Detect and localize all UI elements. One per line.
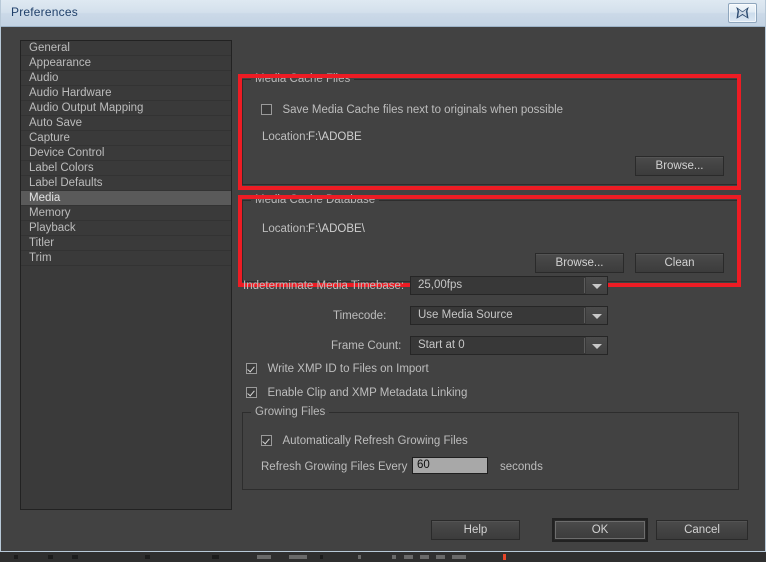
sidebar-item-auto-save[interactable]: Auto Save bbox=[21, 116, 231, 131]
media-cache-database-group: Media Cache Database Location: F:\ADOBE\… bbox=[242, 194, 739, 282]
background-window-strip bbox=[0, 552, 766, 562]
enable-clip-xmp-linking-checkbox[interactable] bbox=[246, 387, 257, 398]
timecode-dropdown[interactable]: Use Media Source bbox=[410, 306, 608, 325]
category-list[interactable]: General Appearance Audio Audio Hardware Audi… bbox=[20, 40, 232, 510]
sidebar-item-audio[interactable]: Audio bbox=[21, 71, 231, 86]
sidebar-item-audio-output-mapping[interactable]: Audio Output Mapping bbox=[21, 101, 231, 116]
media-cache-database-title: Media Cache Database bbox=[251, 194, 380, 206]
save-next-to-originals-row[interactable]: Save Media Cache files next to originals… bbox=[261, 101, 563, 119]
auto-refresh-growing-files-checkbox[interactable] bbox=[261, 435, 272, 446]
timecode-label: Timecode: bbox=[333, 310, 387, 322]
refresh-interval-value: 60 bbox=[417, 459, 430, 471]
frame-count-label: Frame Count: bbox=[331, 340, 402, 352]
ok-button[interactable]: OK bbox=[552, 518, 648, 542]
sidebar-item-device-control[interactable]: Device Control bbox=[21, 146, 231, 161]
cache-files-browse-button[interactable]: Browse... bbox=[635, 156, 724, 176]
timebase-separator bbox=[584, 278, 585, 293]
auto-refresh-growing-files-label: Automatically Refresh Growing Files bbox=[282, 435, 468, 447]
sidebar-item-playback[interactable]: Playback bbox=[21, 221, 231, 236]
cancel-button[interactable]: Cancel bbox=[656, 520, 748, 540]
cache-db-clean-button[interactable]: Clean bbox=[635, 253, 724, 273]
frame-count-value: Start at 0 bbox=[418, 339, 465, 351]
refresh-interval-input[interactable]: 60 bbox=[412, 457, 488, 474]
timebase-dropdown[interactable]: 25,00fps bbox=[410, 276, 608, 295]
preferences-dialog: Preferences General Appearance Audio Audio … bbox=[0, 0, 766, 552]
frame-count-separator bbox=[584, 338, 585, 353]
write-xmp-id-label: Write XMP ID to Files on Import bbox=[267, 363, 429, 375]
auto-refresh-growing-files-row[interactable]: Automatically Refresh Growing Files bbox=[261, 432, 468, 450]
frame-count-dropdown[interactable]: Start at 0 bbox=[410, 336, 608, 355]
growing-files-title: Growing Files bbox=[251, 406, 330, 418]
media-cache-files-group: Media Cache Files Save Media Cache files… bbox=[242, 73, 739, 185]
refresh-interval-label: Refresh Growing Files Every bbox=[261, 461, 408, 473]
timecode-value: Use Media Source bbox=[418, 309, 513, 321]
chevron-down-icon[interactable] bbox=[586, 307, 607, 324]
cache-db-location-label: Location: bbox=[262, 223, 309, 235]
timebase-value: 25,00fps bbox=[418, 279, 463, 291]
save-next-to-originals-checkbox[interactable] bbox=[261, 104, 272, 115]
help-button[interactable]: Help bbox=[431, 520, 520, 540]
close-button[interactable] bbox=[728, 3, 757, 23]
chevron-down-icon[interactable] bbox=[586, 337, 607, 354]
sidebar-item-capture[interactable]: Capture bbox=[21, 131, 231, 146]
dialog-body: General Appearance Audio Audio Hardware Audi… bbox=[1, 27, 765, 551]
sidebar-item-appearance[interactable]: Appearance bbox=[21, 56, 231, 71]
seconds-label: seconds bbox=[500, 461, 543, 473]
cache-files-location-label: Location: bbox=[262, 131, 309, 143]
sidebar-item-audio-hardware[interactable]: Audio Hardware bbox=[21, 86, 231, 101]
cache-db-location-value: F:\ADOBE\ bbox=[308, 223, 365, 235]
timebase-label: Indeterminate Media Timebase: bbox=[243, 280, 405, 292]
title-bar: Preferences bbox=[1, 0, 765, 27]
timecode-separator bbox=[584, 308, 585, 323]
sidebar-item-media[interactable]: Media bbox=[21, 191, 231, 206]
growing-files-group: Growing Files Automatically Refresh Grow… bbox=[242, 406, 739, 490]
window-title: Preferences bbox=[11, 5, 78, 19]
sidebar-item-memory[interactable]: Memory bbox=[21, 206, 231, 221]
media-cache-files-title: Media Cache Files bbox=[251, 73, 355, 85]
write-xmp-id-row[interactable]: Write XMP ID to Files on Import bbox=[246, 360, 429, 378]
enable-clip-xmp-linking-row[interactable]: Enable Clip and XMP Metadata Linking bbox=[246, 384, 467, 402]
chevron-down-icon[interactable] bbox=[586, 277, 607, 294]
enable-clip-xmp-linking-label: Enable Clip and XMP Metadata Linking bbox=[267, 387, 468, 399]
cache-files-location-value: F:\ADOBE bbox=[308, 131, 362, 143]
sidebar-item-label-defaults[interactable]: Label Defaults bbox=[21, 176, 231, 191]
write-xmp-id-checkbox[interactable] bbox=[246, 363, 257, 374]
sidebar-item-trim[interactable]: Trim bbox=[21, 251, 231, 266]
cache-db-browse-button[interactable]: Browse... bbox=[535, 253, 624, 273]
sidebar-item-general[interactable]: General bbox=[21, 41, 231, 56]
save-next-to-originals-label: Save Media Cache files next to originals… bbox=[282, 104, 564, 116]
sidebar-item-label-colors[interactable]: Label Colors bbox=[21, 161, 231, 176]
sidebar-item-titler[interactable]: Titler bbox=[21, 236, 231, 251]
